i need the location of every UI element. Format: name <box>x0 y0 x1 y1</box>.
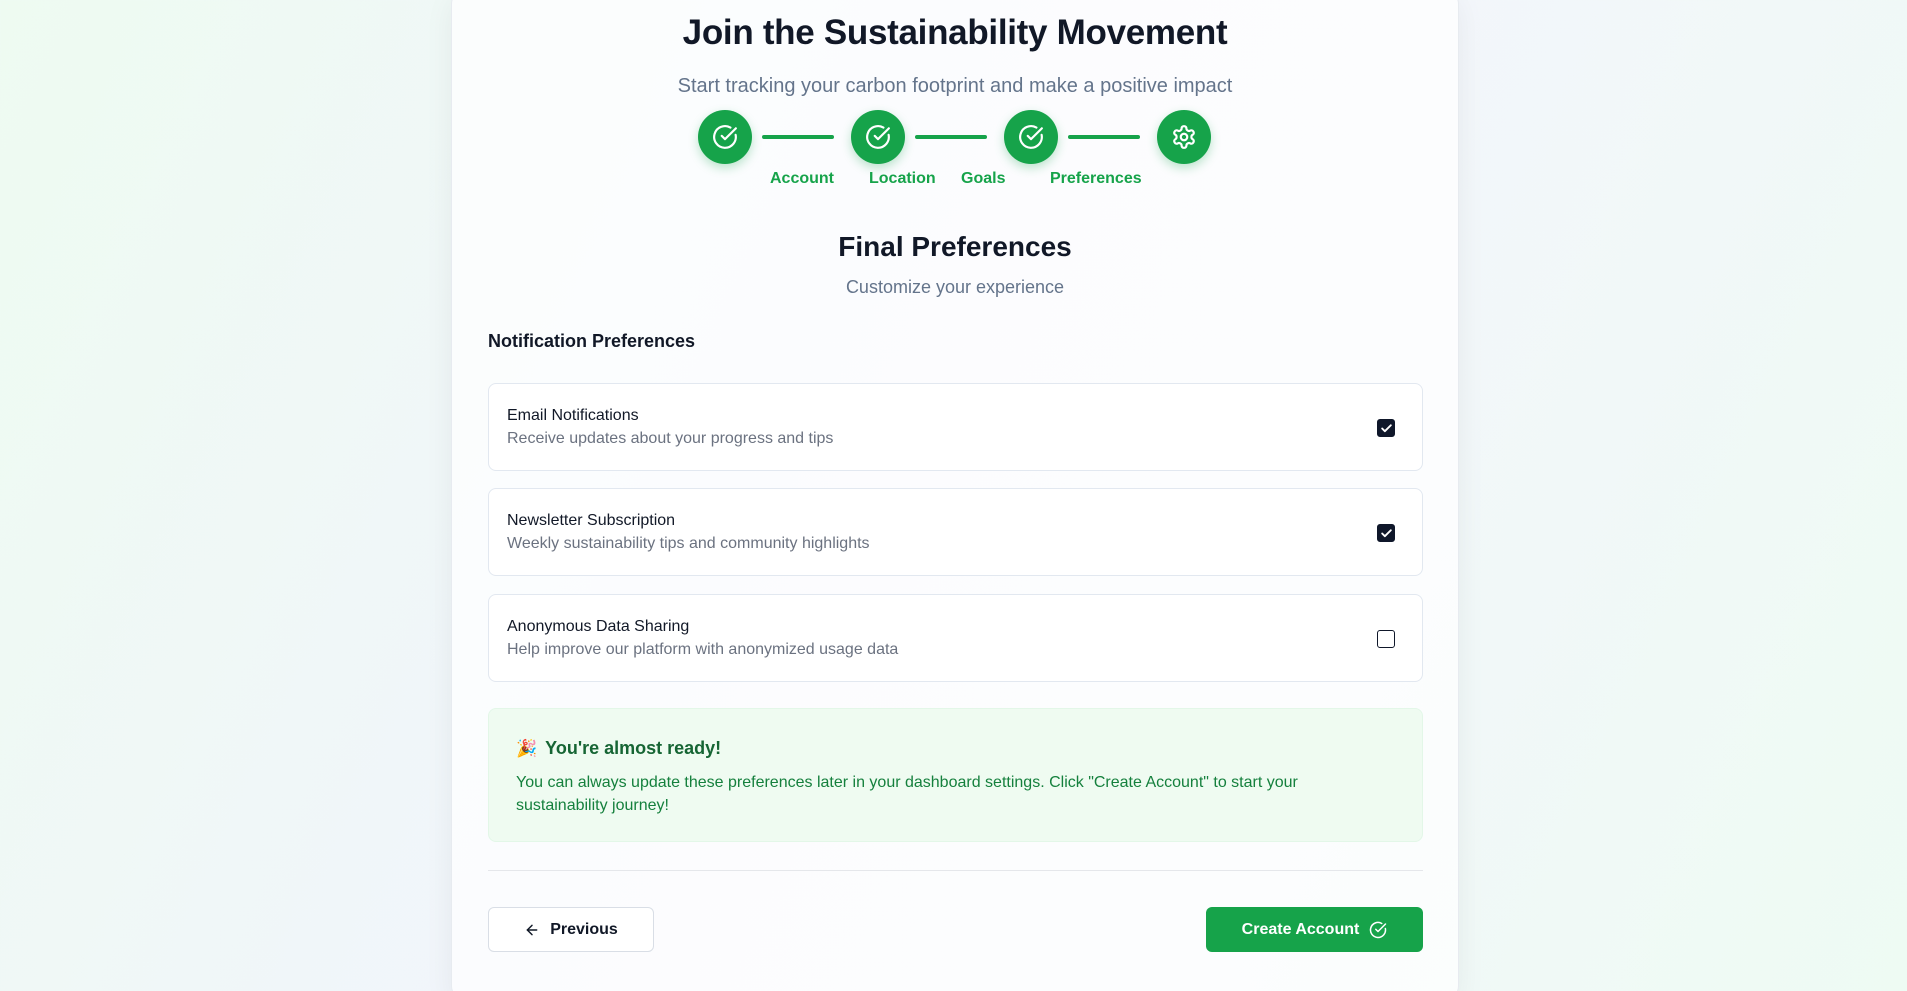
create-account-button-label: Create Account <box>1241 920 1360 938</box>
email-notifications-option[interactable]: Email Notifications Receive updates abou… <box>488 383 1423 471</box>
checkmark-icon <box>1380 528 1392 537</box>
create-account-button[interactable]: Create Account <box>1206 907 1423 952</box>
anonymous-data-sharing-checkbox[interactable] <box>1377 630 1395 648</box>
gear-icon <box>1171 124 1197 150</box>
step-label-location: Location <box>869 170 936 187</box>
option-description: Receive updates about your progress and … <box>507 430 834 447</box>
option-description: Weekly sustainability tips and community… <box>507 535 870 552</box>
newsletter-subscription-checkbox[interactable] <box>1377 524 1395 542</box>
step-preferences-circle <box>1157 110 1211 164</box>
step-connector <box>915 135 987 139</box>
newsletter-subscription-option[interactable]: Newsletter Subscription Weekly sustainab… <box>488 488 1423 576</box>
check-circle-icon <box>712 124 738 150</box>
step-label-account: Account <box>770 170 834 187</box>
arrow-left-icon <box>524 922 540 938</box>
anonymous-data-sharing-option[interactable]: Anonymous Data Sharing Help improve our … <box>488 594 1423 682</box>
party-popper-icon: 🎉 <box>516 738 538 758</box>
notice-body: You can always update these preferences … <box>516 774 1298 814</box>
step-label-goals: Goals <box>961 170 1006 187</box>
option-title: Newsletter Subscription <box>507 512 676 529</box>
page-title: Join the Sustainability Movement <box>682 13 1228 52</box>
notification-preferences-heading: Notification Preferences <box>488 331 696 351</box>
option-title: Anonymous Data Sharing <box>507 618 690 635</box>
check-circle-icon <box>1018 124 1044 150</box>
check-circle-icon <box>865 124 891 150</box>
ready-notice: 🎉 You're almost ready! You can always up… <box>488 708 1423 842</box>
signup-card: Join the Sustainability Movement Start t… <box>451 0 1459 991</box>
page-subtitle: Start tracking your carbon footprint and… <box>677 75 1233 97</box>
option-description: Help improve our platform with anonymize… <box>507 641 899 658</box>
step-goals-circle <box>1004 110 1058 164</box>
step-label-preferences: Preferences <box>1050 170 1142 187</box>
step-connector <box>1068 135 1140 139</box>
step-account-circle <box>698 110 752 164</box>
section-subtitle: Customize your experience <box>845 277 1065 297</box>
notice-title: 🎉 You're almost ready! <box>516 738 721 759</box>
previous-button-label: Previous <box>550 920 618 938</box>
previous-button[interactable]: Previous <box>488 907 654 952</box>
check-circle-icon <box>1369 921 1387 939</box>
checkmark-icon <box>1380 423 1392 432</box>
option-title: Email Notifications <box>507 407 639 424</box>
footer-divider <box>488 870 1423 871</box>
step-connector <box>762 135 834 139</box>
progress-stepper: Account Location Goals Preferences <box>698 110 1238 190</box>
notice-title-text: You're almost ready! <box>545 738 722 758</box>
step-location-circle <box>851 110 905 164</box>
email-notifications-checkbox[interactable] <box>1377 419 1395 437</box>
section-title: Final Preferences <box>838 231 1072 262</box>
